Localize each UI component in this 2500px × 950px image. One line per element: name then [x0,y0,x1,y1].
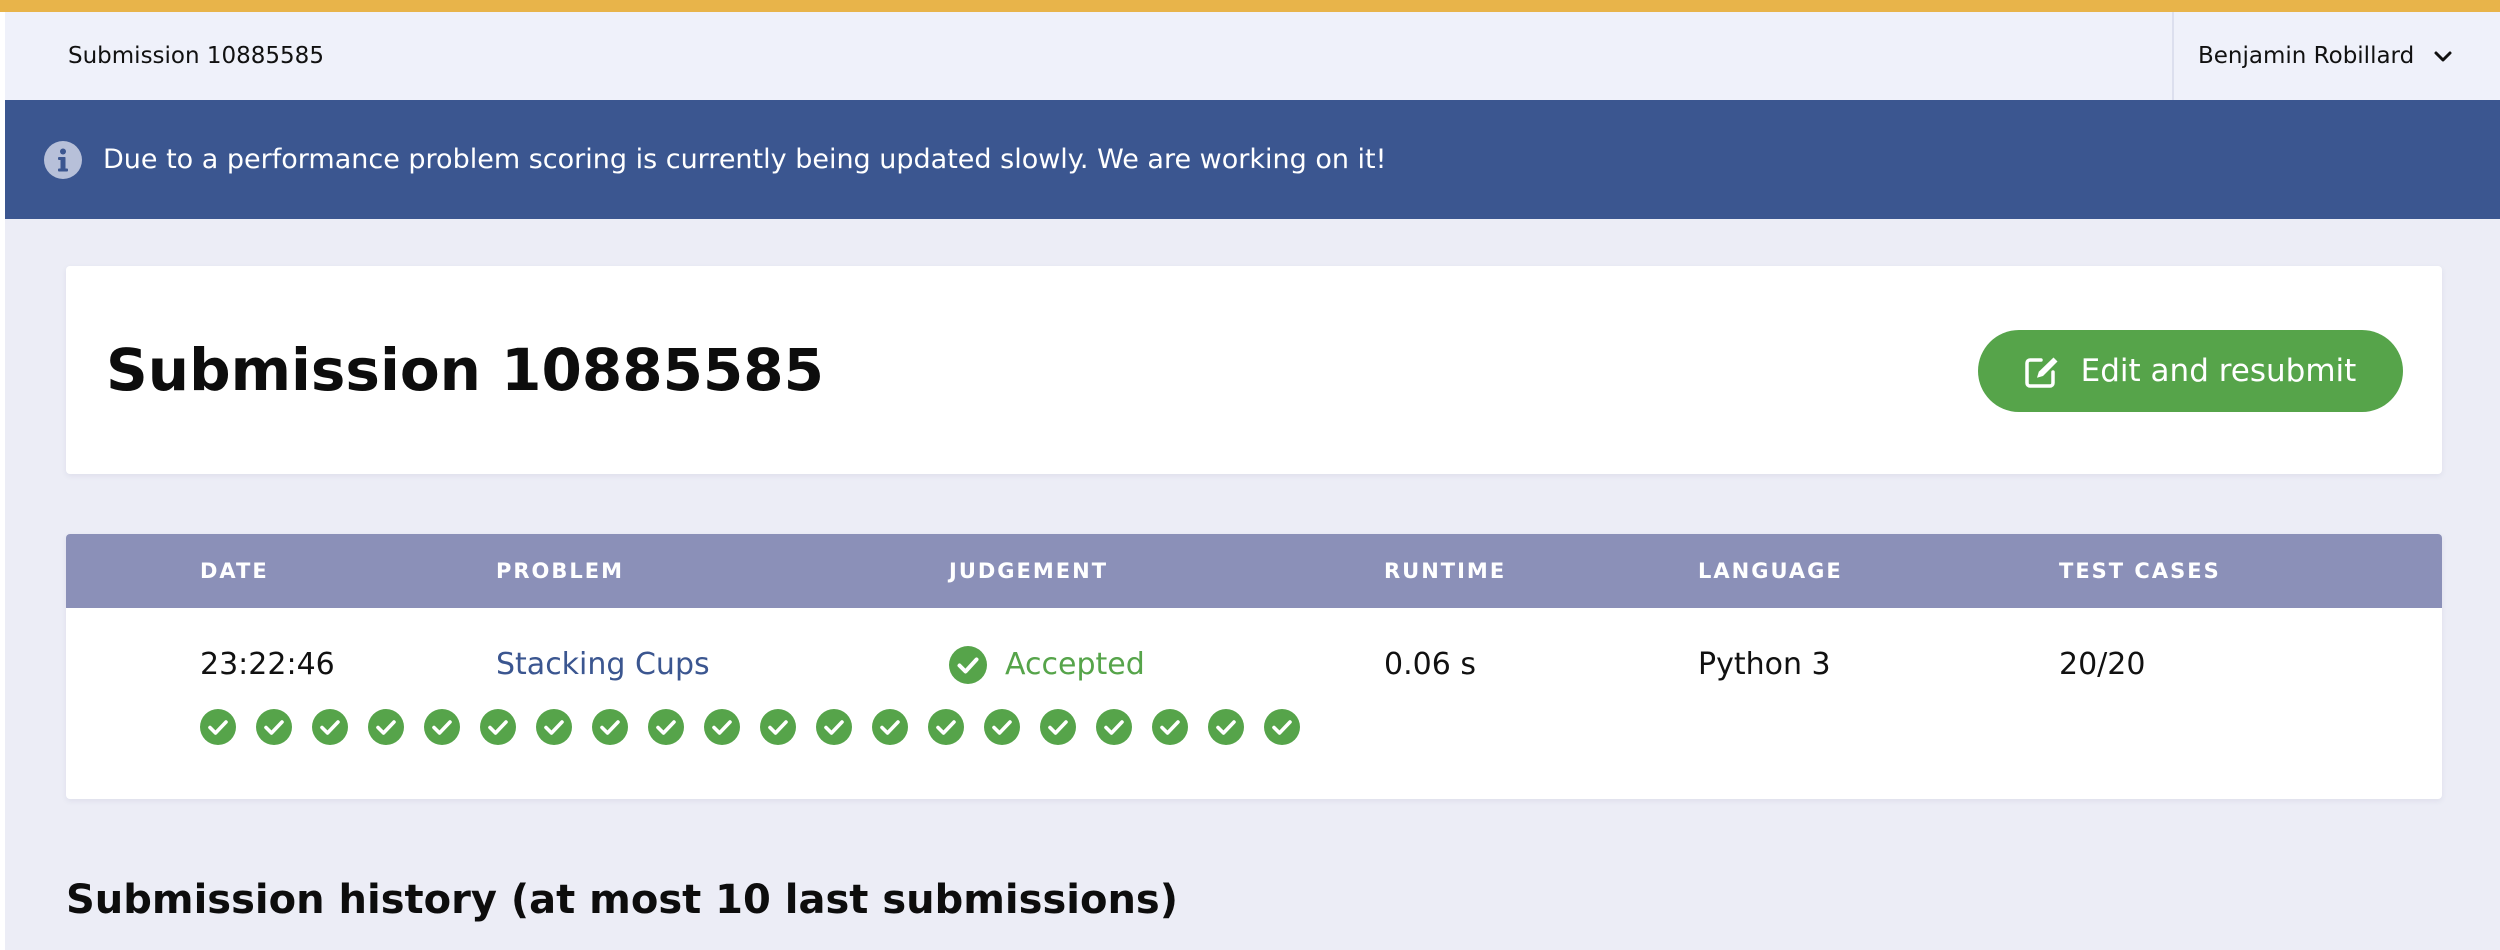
cell-test-cases: 20/20 [2059,647,2146,682]
test-case-check-icon[interactable] [1152,709,1188,745]
cell-language: Python 3 [1698,647,1831,682]
info-icon [44,140,82,179]
test-case-check-icon[interactable] [368,709,404,745]
test-case-check-icon[interactable] [1040,709,1076,745]
header: Submission 10885585 Benjamin Robillard [5,12,2500,100]
test-case-check-icon[interactable] [648,709,684,745]
column-header-date: DATE [200,559,269,583]
banner-message: Due to a performance problem scoring is … [103,144,1387,175]
problem-link[interactable]: Stacking Cups [496,647,710,682]
column-header-test-cases: TEST CASES [2059,559,2221,583]
judgement-label: Accepted [1005,647,1145,682]
test-case-check-icon[interactable] [592,709,628,745]
table-header: DATE PROBLEM JUDGEMENT RUNTIME LANGUAGE … [66,534,2442,608]
edit-icon [2024,354,2061,388]
test-case-check-icon[interactable] [480,709,516,745]
edit-and-resubmit-label: Edit and resubmit [2080,353,2357,389]
info-banner: Due to a performance problem scoring is … [5,100,2500,219]
test-case-check-icon[interactable] [1208,709,1244,745]
test-case-check-icon[interactable] [256,709,292,745]
test-case-check-icon[interactable] [928,709,964,745]
user-name: Benjamin Robillard [2198,43,2415,69]
cell-runtime: 0.06 s [1384,647,1476,682]
edit-and-resubmit-button[interactable]: Edit and resubmit [1978,330,2403,412]
check-circle-icon [949,646,987,684]
test-case-check-icon[interactable] [424,709,460,745]
test-case-check-icon[interactable] [536,709,572,745]
column-header-runtime: RUNTIME [1384,559,1507,583]
test-case-check-icon[interactable] [760,709,796,745]
submission-table: DATE PROBLEM JUDGEMENT RUNTIME LANGUAGE … [66,534,2442,799]
submission-history-title: Submission history (at most 10 last subm… [66,877,1179,923]
user-menu[interactable]: Benjamin Robillard [2174,12,2500,100]
test-case-check-icon[interactable] [816,709,852,745]
page-title: Submission 10885585 [106,336,825,404]
top-accent-bar [0,0,2500,12]
cell-date: 23:22:46 [200,647,335,682]
test-case-check-icon[interactable] [704,709,740,745]
chevron-down-icon[interactable] [2432,45,2454,67]
test-case-check-icon[interactable] [1096,709,1132,745]
test-case-results [200,709,1320,747]
header-title: Submission 10885585 [68,43,324,69]
submission-header-card: Submission 10885585 Edit and resubmit [66,266,2442,474]
test-case-check-icon[interactable] [872,709,908,745]
test-case-check-icon[interactable] [1264,709,1300,745]
column-header-judgement: JUDGEMENT [949,559,1109,583]
test-case-check-icon[interactable] [312,709,348,745]
test-case-check-icon[interactable] [984,709,1020,745]
test-case-check-icon[interactable] [200,709,236,745]
column-header-language: LANGUAGE [1698,559,1843,583]
column-header-problem: PROBLEM [496,559,625,583]
cell-judgement: Accepted [949,640,1145,690]
